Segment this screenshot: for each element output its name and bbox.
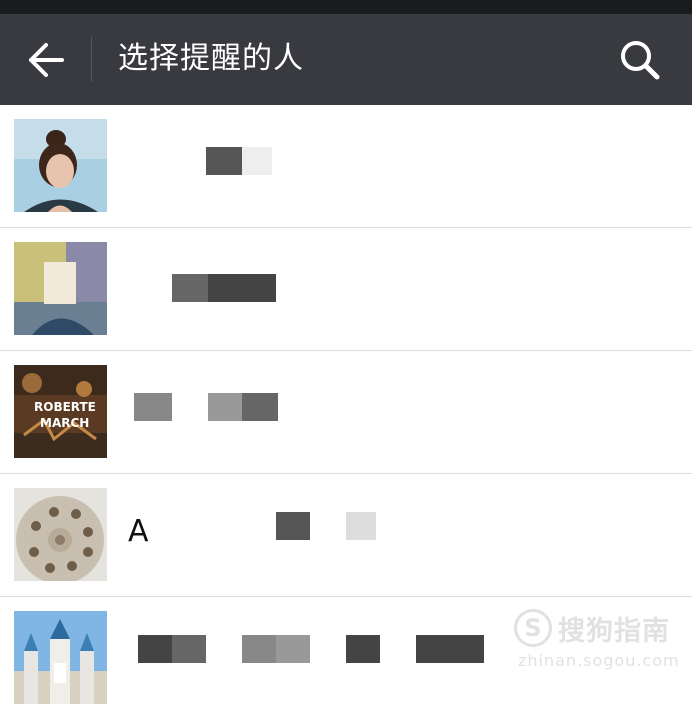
- arrow-left-icon: [29, 43, 64, 77]
- avatar: [14, 488, 107, 581]
- contact-row[interactable]: A: [0, 474, 692, 597]
- header-divider: [91, 36, 92, 82]
- avatar: [14, 611, 107, 704]
- watermark-title: 搜狗指南: [558, 616, 670, 647]
- svg-text:ROBERTE: ROBERTE: [34, 400, 96, 414]
- search-icon: [621, 41, 660, 80]
- contact-row[interactable]: [0, 105, 692, 228]
- app-header: 选择提醒的人: [0, 14, 692, 105]
- avatar: [14, 242, 107, 335]
- contact-row[interactable]: [0, 228, 692, 351]
- contact-name: [128, 389, 628, 429]
- contact-row[interactable]: ROBERTE MARCH: [0, 351, 692, 474]
- svg-text:MARCH: MARCH: [40, 416, 89, 430]
- contact-name: [128, 143, 628, 183]
- search-button[interactable]: [618, 38, 662, 82]
- page-title: 选择提醒的人: [118, 41, 304, 76]
- back-button[interactable]: [24, 41, 68, 79]
- status-bar: [0, 0, 692, 14]
- contact-name: A: [128, 512, 628, 552]
- watermark: S 搜狗指南 zhinan.sogou.com: [514, 607, 684, 677]
- avatar: [14, 119, 107, 212]
- contact-name: [128, 266, 628, 306]
- avatar: ROBERTE MARCH: [14, 365, 107, 458]
- watermark-url: zhinan.sogou.com: [518, 651, 680, 670]
